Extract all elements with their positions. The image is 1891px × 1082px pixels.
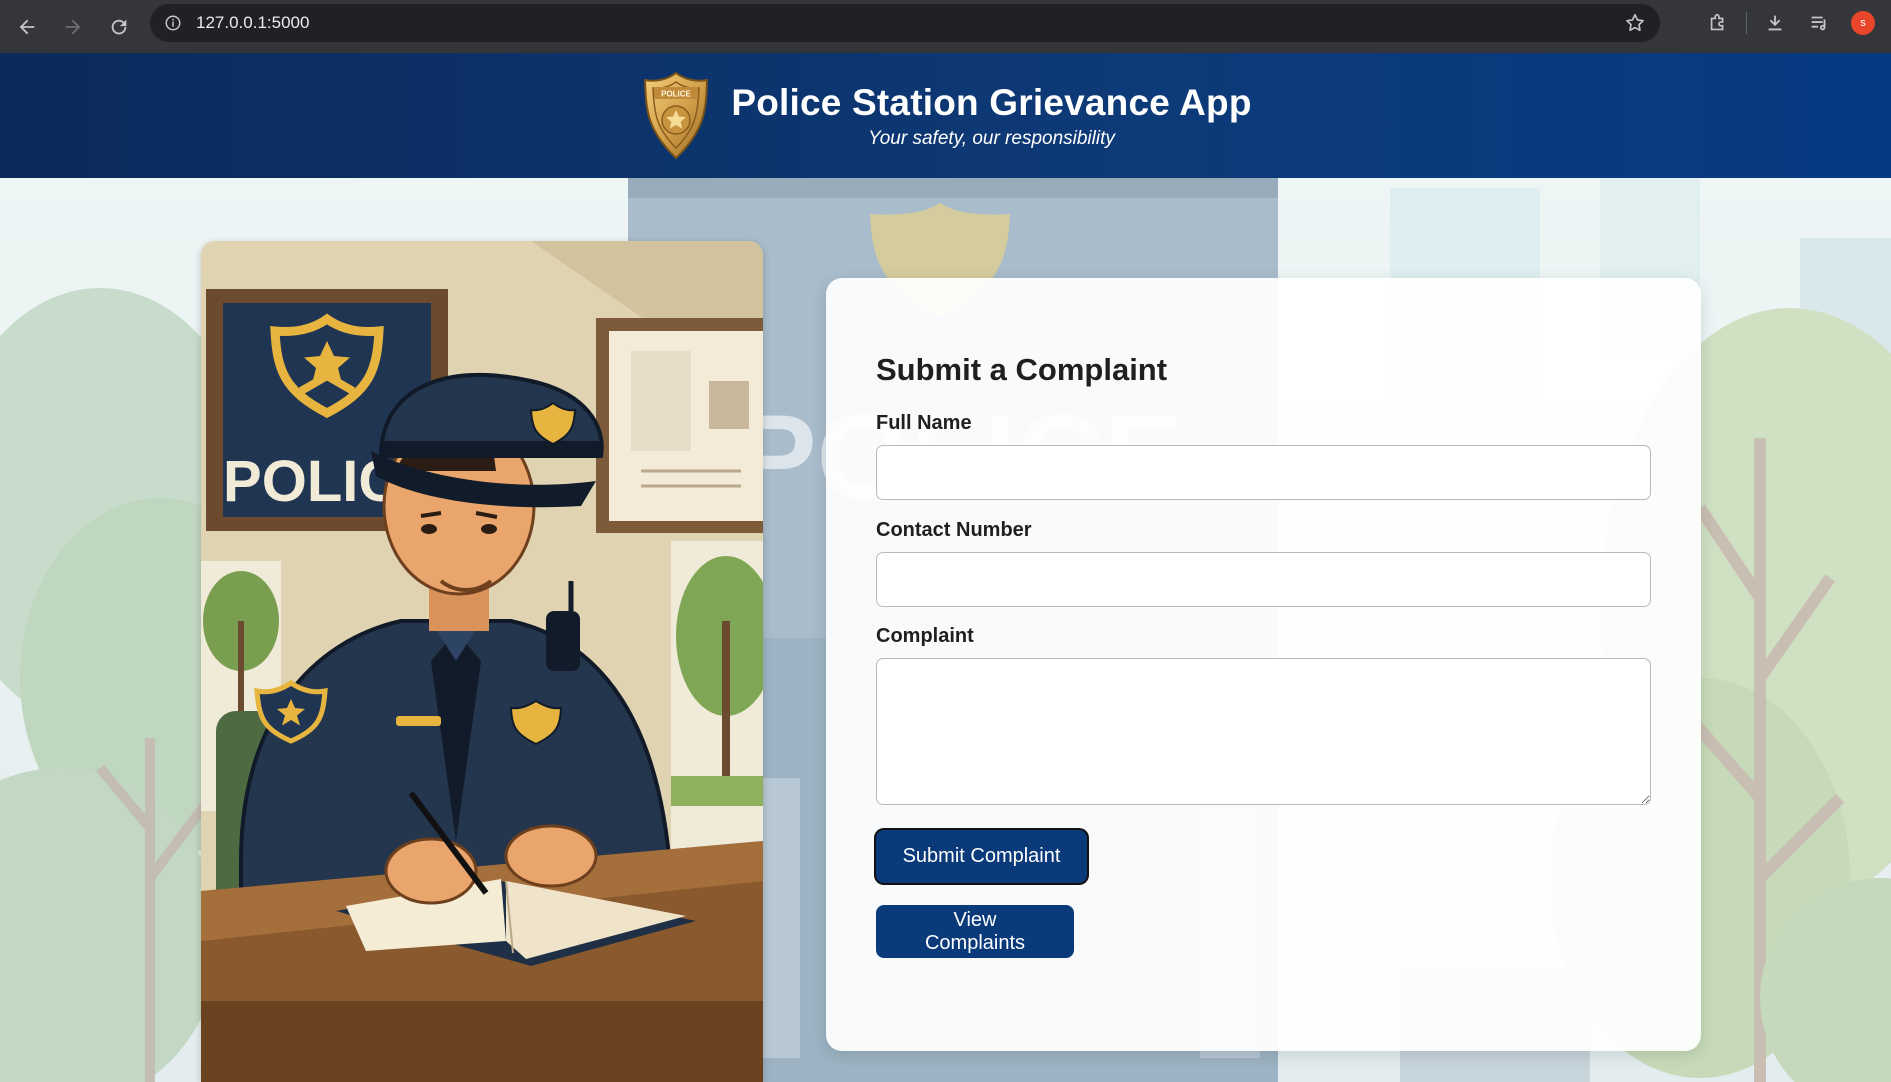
app-subtitle: Your safety, our responsibility (868, 127, 1115, 149)
badge-label: POLICE (661, 89, 691, 98)
app-header: POLICE Police Station Grievance App Your… (0, 53, 1891, 178)
submit-complaint-button[interactable]: Submit Complaint (876, 830, 1087, 883)
url-text: 127.0.0.1:5000 (196, 13, 310, 32)
reload-icon[interactable] (96, 4, 142, 50)
complaint-textarea[interactable] (876, 658, 1651, 805)
complaint-form: Submit a Complaint Full Name Contact Num… (826, 278, 1701, 1051)
extensions-icon[interactable] (1696, 0, 1740, 46)
browser-toolbar: 127.0.0.1:5000 s (0, 0, 1891, 53)
site-info-icon[interactable] (162, 12, 184, 34)
download-icon[interactable] (1753, 0, 1797, 46)
back-arrow-icon[interactable] (4, 4, 50, 50)
address-bar[interactable]: 127.0.0.1:5000 (150, 4, 1660, 42)
police-badge-icon: POLICE (644, 71, 709, 159)
app-title: Police Station Grievance App (731, 81, 1252, 123)
view-complaints-button[interactable]: View Complaints (876, 905, 1074, 958)
officer-illustration: POLICE (201, 241, 763, 1082)
media-control-icon[interactable] (1797, 0, 1841, 46)
complaint-label: Complaint (876, 625, 974, 647)
forward-arrow-icon[interactable] (50, 4, 96, 50)
form-title: Submit a Complaint (876, 352, 1168, 387)
full-name-input[interactable] (876, 445, 1651, 500)
profile-avatar[interactable]: s (1851, 11, 1875, 35)
contact-number-label: Contact Number (876, 519, 1032, 541)
bookmark-star-icon[interactable] (1624, 12, 1646, 34)
toolbar-divider (1746, 12, 1747, 34)
full-name-label: Full Name (876, 412, 972, 434)
contact-number-input[interactable] (876, 552, 1651, 607)
